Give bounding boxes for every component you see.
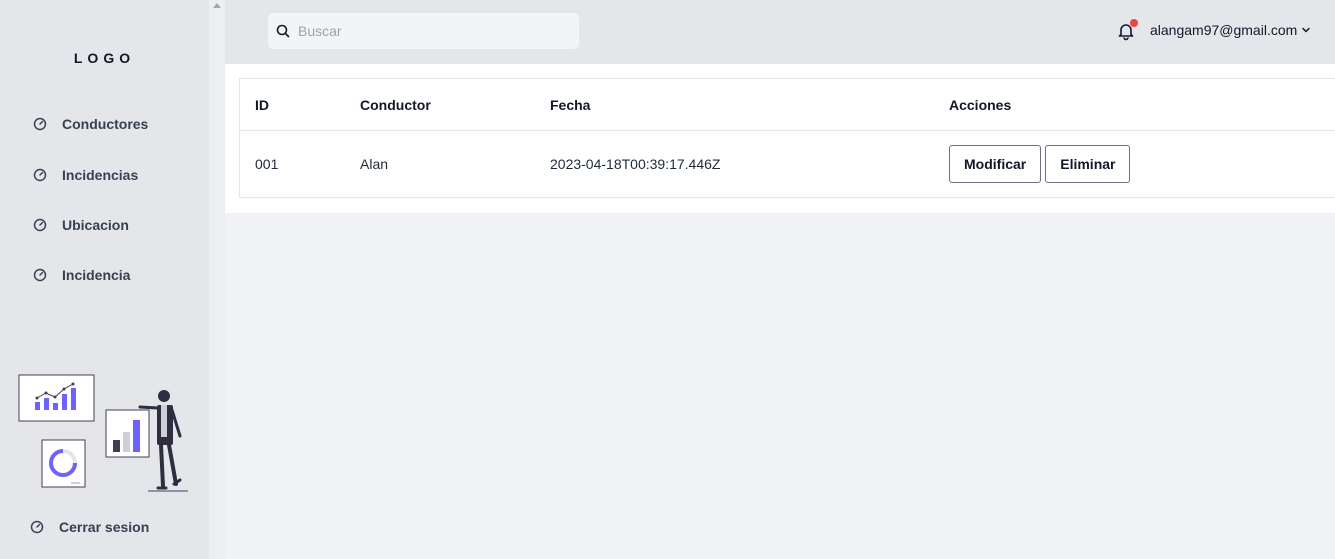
logo: LOGO [73,50,136,66]
chevron-down-icon [1301,25,1311,35]
search-input[interactable] [298,23,558,39]
logout-label: Cerrar sesion [59,519,150,535]
column-header-id: ID [255,96,269,113]
delete-button[interactable]: Eliminar [1045,145,1131,183]
gauge-icon [33,168,47,182]
search-box[interactable] [268,13,579,49]
notifications-button[interactable] [1116,19,1138,41]
cell-id: 001 [255,156,279,172]
dashboard-illustration [18,374,193,496]
column-header-fecha: Fecha [550,96,591,113]
notification-badge [1130,19,1138,27]
header: alangam97@gmail.com [225,0,1335,64]
cell-conductor: Alan [360,156,389,172]
sidebar-item-incidencias[interactable]: Incidencias [33,167,138,183]
search-icon [276,24,290,38]
user-menu[interactable]: alangam97@gmail.com [1150,22,1311,38]
data-table: ID Conductor Fecha Acciones 001 Alan 202… [239,78,1335,198]
sidebar-item-label: Conductores [62,116,149,132]
cell-acciones: Modificar Eliminar [949,131,1134,197]
logout-button[interactable]: Cerrar sesion [30,519,149,535]
gauge-icon [33,268,47,282]
gauge-icon [33,218,47,232]
table-row: 001 Alan 2023-04-18T00:39:17.446Z Modifi… [240,131,1335,197]
sidebar-item-label: Incidencias [62,167,139,183]
scrollbar[interactable] [209,0,225,559]
modify-button[interactable]: Modificar [949,145,1042,183]
gauge-icon [30,520,44,534]
column-header-acciones: Acciones [949,96,1012,113]
table-header-row: ID Conductor Fecha Acciones [240,79,1335,131]
sidebar-item-conductores[interactable]: Conductores [33,116,148,132]
user-email: alangam97@gmail.com [1150,22,1298,38]
main-panel: ID Conductor Fecha Acciones 001 Alan 202… [225,64,1335,213]
sidebar-item-ubicacion[interactable]: Ubicacion [33,217,129,233]
sidebar-item-label: Ubicacion [62,217,129,233]
sidebar-item-label: Incidencia [62,267,131,283]
gauge-icon [33,117,47,131]
sidebar: LOGO Conductores Incidencias Ubicacion I… [0,0,209,559]
column-header-conductor: Conductor [360,96,431,113]
sidebar-item-incidencia[interactable]: Incidencia [33,267,130,283]
cell-fecha: 2023-04-18T00:39:17.446Z [550,156,721,172]
scroll-up-arrow-icon[interactable] [213,3,221,8]
